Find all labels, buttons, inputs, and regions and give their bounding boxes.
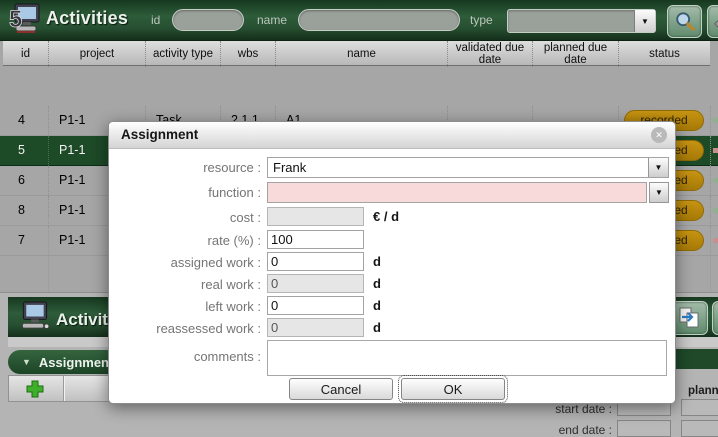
computer-icon: 5 [8,3,40,36]
row-indicator [710,226,718,256]
add-assignment-button[interactable] [25,379,45,399]
reset-filter-button[interactable] [707,5,718,38]
start-date-label: start date : [540,402,612,416]
column-header-name[interactable]: name [275,41,447,67]
dialog-title: Assignment [121,127,198,142]
type-filter-label: type [470,13,493,27]
close-icon: ✕ [655,130,663,141]
rate-label: rate (%) : [119,233,261,248]
cancel-button[interactable]: Cancel [289,378,393,400]
function-field[interactable]: ! [267,182,647,203]
copy-icon [677,306,701,330]
real-work-input [267,274,364,293]
cell-id: 5 [3,136,48,166]
function-dropdown-button[interactable]: ▼ [649,182,669,203]
type-filter-select[interactable]: ▼ [507,9,656,33]
cost-input [267,207,364,226]
table-header: idprojectactivity typewbsnamevalidated d… [3,40,710,66]
search-icon [674,11,696,33]
column-header-status[interactable]: status [618,41,710,67]
left-work-input[interactable] [267,296,364,315]
resource-value: Frank [273,160,306,175]
dialog-titlebar: Assignment ✕ [109,122,675,149]
planned-column-header: planned [688,385,718,397]
end-date-input[interactable] [617,420,671,437]
chevron-down-icon: ▼ [655,188,663,197]
comments-textarea[interactable] [267,340,667,376]
resource-select[interactable]: Frank ▼ [267,157,669,178]
ok-button[interactable]: OK [401,378,505,400]
start-date-planned-input[interactable] [681,399,718,416]
cost-unit: € / d [373,209,399,224]
secondary-detail-button[interactable] [712,301,718,335]
real-work-unit: d [373,276,381,291]
row-indicator [710,106,718,136]
search-button[interactable] [667,5,702,38]
row-indicator [710,166,718,196]
cell-id: 4 [3,106,48,136]
end-date-planned-input[interactable] [681,420,718,437]
chevron-down-icon: ▼ [22,357,31,367]
assignment-tab-label: Assignment [39,355,113,370]
end-date-label: end date : [540,423,612,437]
name-filter-label: name [257,13,287,27]
column-header-activity_type[interactable]: activity type [145,41,220,67]
column-header-id[interactable]: id [3,41,48,67]
toolbar-separator [63,376,65,401]
chevron-down-icon: ▼ [648,158,668,177]
activities-header-bar: 5 Activities id name type ▼ [0,0,718,41]
left-work-label: left work : [119,299,261,314]
column-header-validated_due[interactable]: validated due date [447,41,532,67]
real-work-label: real work : [119,277,261,292]
plus-icon [25,379,45,399]
function-label: function : [119,185,261,200]
left-work-unit: d [373,298,381,313]
reassessed-work-input [267,318,364,337]
page-title: Activities [46,8,128,29]
assigned-work-unit: d [373,254,381,269]
cell-id: 8 [3,196,48,226]
computer-icon [18,301,50,333]
assigned-work-label: assigned work : [119,255,261,270]
resource-label: resource : [119,160,261,175]
svg-text:5: 5 [9,6,22,33]
id-filter-label: id [151,13,160,27]
column-header-planned_due[interactable]: planned due date [532,41,618,67]
rate-input[interactable] [267,230,364,249]
row-indicator [710,196,718,226]
id-filter-input[interactable] [172,9,244,31]
column-header-project[interactable]: project [48,41,145,67]
chevron-down-icon: ▼ [634,10,655,32]
assigned-work-input[interactable] [267,252,364,271]
column-header-wbs[interactable]: wbs [220,41,275,67]
cell-id: 7 [3,226,48,256]
assignment-dialog: Assignment ✕ resource : Frank ▼ function… [108,121,676,404]
cell-id: 6 [3,166,48,196]
close-button[interactable]: ✕ [651,127,667,143]
name-filter-input[interactable] [298,9,460,31]
reassessed-work-unit: d [373,320,381,335]
cost-label: cost : [119,210,261,225]
row-indicator [710,136,718,166]
comments-label: comments : [119,349,261,364]
eraser-icon [712,13,718,31]
reassessed-work-label: reassessed work : [119,321,261,336]
